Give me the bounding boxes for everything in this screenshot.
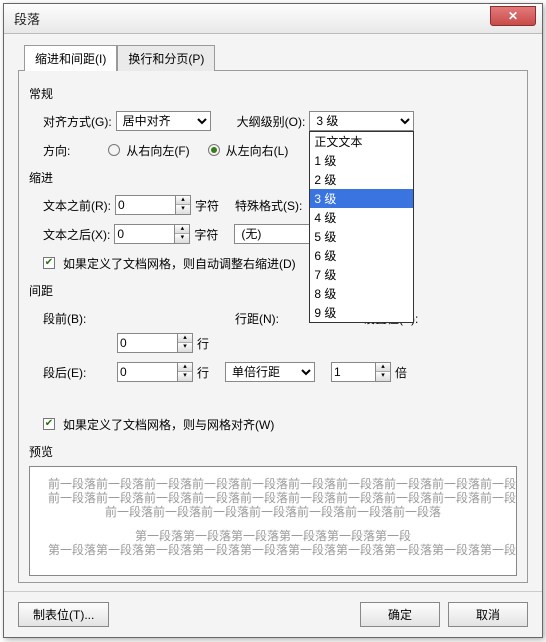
indent-before-unit: 字符 (195, 197, 219, 214)
row-space-before: ▴▾ 行 (43, 330, 517, 356)
outline-option-3[interactable]: 3 级 (310, 189, 413, 208)
indent-before-spinner[interactable]: ▴▾ (115, 195, 191, 215)
indent-after-label: 文本之后(X): (43, 226, 110, 243)
set-value-input[interactable] (331, 362, 375, 382)
tab-strip: 缩进和间距(I) 换行和分页(P) (24, 44, 528, 70)
chevron-down-icon[interactable]: ▾ (175, 234, 189, 243)
outline-level-label: 大纲级别(O): (237, 113, 306, 130)
auto-adjust-label: 如果定义了文档网格，则自动调整右缩进(D) (63, 255, 296, 272)
spinner-buttons[interactable]: ▴▾ (175, 195, 191, 215)
outline-option-1[interactable]: 1 级 (310, 151, 413, 170)
spinner-buttons[interactable]: ▴▾ (177, 362, 193, 382)
rtl-label: 从右向左(F) (126, 142, 189, 159)
space-before-spinner[interactable]: ▴▾ (117, 333, 193, 353)
section-preview: 预览 (29, 443, 517, 460)
cancel-button[interactable]: 取消 (448, 602, 528, 627)
indent-after-unit: 字符 (194, 226, 218, 243)
section-general: 常规 (29, 85, 517, 102)
paragraph-dialog: 段落 ✕ 缩进和间距(I) 换行和分页(P) 常规 对齐方式(G): 居中对齐 … (3, 3, 543, 638)
preview-line: 第一段落第一段落第一段落第一段落第一段落第一段 (48, 529, 498, 543)
tab-indent-spacing[interactable]: 缩进和间距(I) (24, 45, 117, 71)
outline-option-5[interactable]: 5 级 (310, 227, 413, 246)
outline-option-body[interactable]: 正文文本 (310, 132, 413, 151)
row-snap-grid: 如果定义了文档网格，则与网格对齐(W) (43, 411, 517, 437)
outline-level-dropdown[interactable]: 3 级 正文文本 1 级 2 级 3 级 4 级 5 级 6 级 7 级 8 级… (309, 111, 414, 131)
outline-option-7[interactable]: 7 级 (310, 265, 413, 284)
checkbox-snap-grid[interactable] (43, 418, 55, 430)
spinner-buttons[interactable]: ▴▾ (174, 224, 190, 244)
preview-line: 前一段落前一段落前一段落前一段落前一段落前一段落前一段落 (48, 505, 498, 519)
row-alignment: 对齐方式(G): 居中对齐 大纲级别(O): 3 级 正文文本 1 级 2 级 … (43, 108, 517, 134)
alignment-label: 对齐方式(G): (43, 113, 112, 130)
space-after-spinner[interactable]: ▴▾ (117, 362, 193, 382)
outline-option-4[interactable]: 4 级 (310, 208, 413, 227)
set-value-spinner[interactable]: ▴▾ (331, 362, 391, 382)
row-space-after: 段后(E): ▴▾ 行 单倍行距 ▴▾ 倍 (43, 359, 517, 385)
chevron-up-icon[interactable]: ▴ (376, 363, 390, 372)
space-after-input[interactable] (117, 362, 177, 382)
space-before-unit: 行 (197, 335, 209, 352)
checkbox-auto-adjust[interactable] (43, 257, 55, 269)
set-value-unit: 倍 (395, 364, 407, 381)
window-title: 段落 (14, 9, 40, 28)
row-indent-after: 文本之后(X): ▴▾ 字符 (无) (43, 221, 517, 247)
dialog-footer: 制表位(T)... 确定 取消 (4, 591, 542, 637)
row-spacing-labels: 段前(B): 行距(N): 设置值(A): (43, 305, 517, 331)
space-after-label: 段后(E): (43, 364, 113, 381)
titlebar[interactable]: 段落 ✕ (4, 4, 542, 34)
ok-button[interactable]: 确定 (360, 602, 440, 627)
indent-after-spinner[interactable]: ▴▾ (114, 224, 190, 244)
row-direction: 方向: 从右向左(F) 从左向右(L) (43, 137, 517, 163)
row-indent-before: 文本之前(R): ▴▾ 字符 特殊格式(S): (43, 192, 517, 218)
radio-rtl[interactable] (108, 144, 120, 156)
tab-panel: 常规 对齐方式(G): 居中对齐 大纲级别(O): 3 级 正文文本 1 级 2… (18, 70, 528, 583)
chevron-up-icon[interactable]: ▴ (178, 334, 192, 343)
preview-line: 前一段落前一段落前一段落前一段落前一段落前一段落前一段落前一段落前一段落前一段落 (48, 477, 498, 491)
chevron-down-icon[interactable]: ▾ (178, 372, 192, 381)
line-spacing-select[interactable]: 单倍行距 (225, 362, 315, 382)
snap-grid-label: 如果定义了文档网格，则与网格对齐(W) (63, 416, 274, 433)
indent-before-label: 文本之前(R): (43, 197, 111, 214)
line-spacing-label: 行距(N): (235, 310, 315, 327)
space-before-label: 段前(B): (43, 310, 113, 327)
chevron-up-icon[interactable]: ▴ (176, 196, 190, 205)
row-auto-adjust-indent: 如果定义了文档网格，则自动调整右缩进(D) (43, 250, 517, 276)
outline-level-select[interactable]: 3 级 (309, 111, 414, 131)
section-spacing: 间距 (29, 282, 517, 299)
preview-line: 前一段落前一段落前一段落前一段落前一段落前一段落前一段落前一段落前一段落前一段落 (48, 491, 498, 505)
chevron-up-icon[interactable]: ▴ (178, 363, 192, 372)
indent-after-input[interactable] (114, 224, 174, 244)
tab-line-page-breaks[interactable]: 换行和分页(P) (117, 45, 215, 71)
special-format-label: 特殊格式(S): (235, 197, 302, 214)
outline-option-2[interactable]: 2 级 (310, 170, 413, 189)
outline-level-list: 正文文本 1 级 2 级 3 级 4 级 5 级 6 级 7 级 8 级 9 级 (309, 131, 414, 323)
outline-option-6[interactable]: 6 级 (310, 246, 413, 265)
preview-box: 前一段落前一段落前一段落前一段落前一段落前一段落前一段落前一段落前一段落前一段落… (29, 466, 517, 576)
indent-before-input[interactable] (115, 195, 175, 215)
close-button[interactable]: ✕ (490, 6, 536, 26)
direction-label: 方向: (43, 142, 70, 159)
preview-line: 第一段落第一段落第一段落第一段落第一段落第一段落第一段落第一段落第一段落第一段落… (48, 543, 498, 557)
outline-option-9[interactable]: 9 级 (310, 303, 413, 322)
outline-option-8[interactable]: 8 级 (310, 284, 413, 303)
spinner-buttons[interactable]: ▴▾ (375, 362, 391, 382)
ltr-label: 从左向右(L) (226, 142, 289, 159)
dialog-body: 缩进和间距(I) 换行和分页(P) 常规 对齐方式(G): 居中对齐 大纲级别(… (4, 34, 542, 591)
close-icon: ✕ (508, 9, 518, 23)
spinner-buttons[interactable]: ▴▾ (177, 333, 193, 353)
radio-ltr[interactable] (208, 144, 220, 156)
space-after-unit: 行 (197, 364, 209, 381)
chevron-up-icon[interactable]: ▴ (175, 225, 189, 234)
tabs-button[interactable]: 制表位(T)... (18, 602, 109, 627)
chevron-down-icon[interactable]: ▾ (376, 372, 390, 381)
section-indent: 缩进 (29, 169, 517, 186)
chevron-down-icon[interactable]: ▾ (176, 205, 190, 214)
alignment-select[interactable]: 居中对齐 (116, 111, 211, 131)
chevron-down-icon[interactable]: ▾ (178, 343, 192, 352)
space-before-input[interactable] (117, 333, 177, 353)
